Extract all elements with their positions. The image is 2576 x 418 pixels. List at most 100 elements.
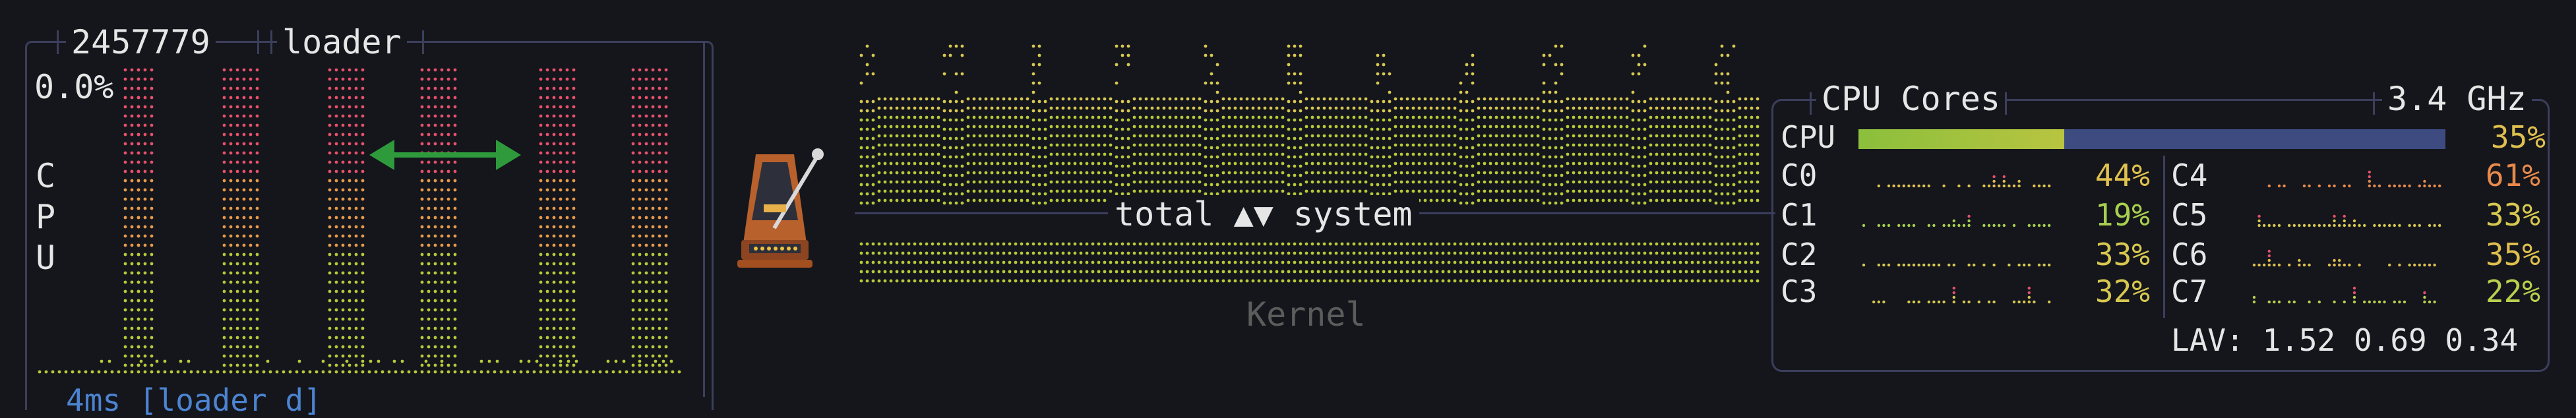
sparkline-dot: [1928, 185, 1930, 187]
graph-dot: [1489, 252, 1492, 255]
graph-dot: [931, 171, 935, 175]
graph-dot: [1080, 243, 1083, 246]
graph-dot: [1602, 252, 1605, 255]
graph-dot: [1293, 128, 1297, 131]
graph-dot: [1258, 144, 1261, 147]
graph-dot: [559, 235, 563, 238]
graph-dot: [355, 355, 358, 358]
graph-dot: [1264, 270, 1267, 274]
sparkline-dot: [2428, 301, 2431, 303]
graph-dot: [1715, 174, 1718, 177]
graph-dot: [1738, 125, 1742, 129]
graph-dot: [1293, 243, 1297, 246]
sparkline-dot: [2403, 185, 2406, 187]
graph-dot: [131, 133, 134, 136]
graph-dot: [1382, 109, 1386, 113]
graph-dot: [377, 360, 381, 363]
graph-dot: [493, 371, 497, 374]
horizontal-double-arrow-icon[interactable]: [369, 132, 521, 178]
graph-dot: [961, 73, 964, 76]
graph-dot: [1038, 280, 1041, 283]
graph-dot: [1056, 181, 1059, 184]
graph-dot: [243, 161, 246, 164]
graph-dot: [1175, 181, 1178, 184]
graph-dot: [342, 272, 345, 275]
graph-dot: [1281, 252, 1285, 255]
graph-dot: [645, 207, 648, 210]
graph-dot: [1109, 252, 1113, 255]
graph-dot: [572, 235, 576, 238]
graph-dot: [1275, 270, 1279, 274]
graph-dot: [1554, 63, 1558, 67]
graph-dot: [553, 244, 556, 247]
graph-dot: [902, 181, 905, 184]
graph-dot: [1661, 171, 1665, 175]
graph-dot: [1436, 116, 1439, 119]
graph-dot: [348, 133, 352, 136]
graph-dot: [907, 252, 911, 255]
graph-dot: [1275, 116, 1279, 119]
graph-dot: [539, 309, 543, 312]
graph-dot: [1103, 134, 1107, 138]
graph-dot: [1038, 45, 1041, 48]
sparkline-dot: [2338, 264, 2341, 266]
graph-dot: [1418, 144, 1421, 147]
graph-dot: [1715, 100, 1718, 104]
graph-dot: [1133, 181, 1136, 184]
graph-dot: [1216, 252, 1219, 255]
graph-dot: [1014, 270, 1018, 274]
graph-dot: [1329, 243, 1332, 246]
graph-dot: [1109, 280, 1113, 283]
sparkline-dot: [2273, 301, 2275, 303]
graph-dot: [1649, 181, 1653, 184]
sparkline-dot: [2388, 264, 2391, 266]
graph-dot: [100, 360, 104, 363]
graph-dot: [1270, 134, 1273, 138]
graph-dot: [309, 371, 312, 374]
graph-dot: [1483, 252, 1487, 255]
graph-dot: [1246, 190, 1249, 193]
graph-dot: [427, 327, 431, 330]
graph-dot: [1608, 144, 1611, 147]
sparkline-dot: [1942, 185, 1945, 187]
graph-dot: [1679, 181, 1682, 184]
graph-dot: [441, 198, 444, 201]
graph-dot: [632, 179, 635, 183]
graph-dot: [1543, 82, 1546, 85]
graph-dot: [1661, 116, 1665, 119]
graph-dot: [361, 371, 365, 374]
graph-dot: [1210, 174, 1213, 177]
graph-dot: [1436, 125, 1439, 129]
graph-dot: [925, 280, 929, 283]
graph-dot: [230, 364, 233, 367]
graph-total-system-label[interactable]: total ▲▼ system: [1108, 195, 1419, 233]
graph-dot: [1733, 243, 1736, 246]
sparkline-dot: [2383, 301, 2385, 303]
sparkline-dot: [2423, 301, 2426, 303]
graph-dot: [1721, 146, 1724, 150]
graph-dot: [1590, 190, 1593, 193]
graph-dot: [1305, 153, 1308, 156]
graph-dot: [1554, 261, 1558, 264]
graph-dot: [1032, 183, 1035, 187]
graph-dot: [1181, 116, 1184, 119]
graph-dot: [1204, 109, 1208, 113]
graph-dot: [1394, 190, 1397, 193]
graph-dot: [896, 243, 899, 246]
graph-dot: [1293, 137, 1297, 140]
graph-dot: [1080, 98, 1083, 101]
graph-dot: [421, 272, 424, 275]
graph-dot: [949, 109, 952, 113]
graph-dot: [1365, 116, 1368, 119]
graph-dot: [1139, 107, 1142, 110]
graph-dot: [1370, 137, 1374, 140]
graph-dot: [1086, 153, 1089, 156]
graph-dot: [572, 345, 576, 349]
sparkline-dot: [1882, 224, 1885, 227]
graph-dot: [1038, 128, 1041, 131]
graph-dot: [632, 161, 635, 164]
graph-dot: [913, 125, 917, 129]
graph-dot: [539, 189, 543, 192]
graph-dot: [546, 281, 549, 284]
graph-dot: [1744, 190, 1748, 193]
